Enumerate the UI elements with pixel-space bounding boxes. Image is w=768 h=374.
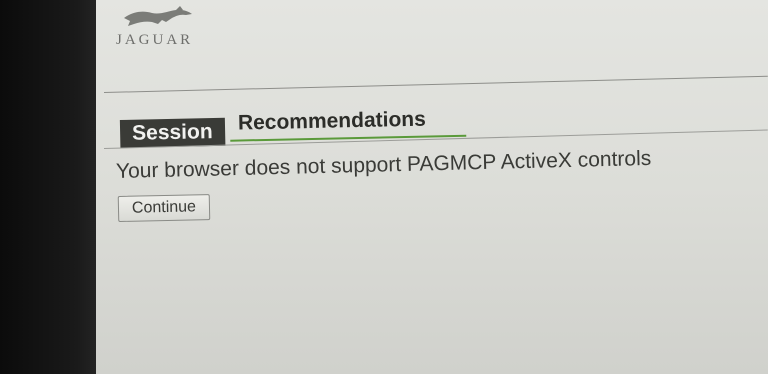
activex-warning-message: Your browser does not support PAGMCP Act… — [115, 146, 652, 183]
leaping-jaguar-icon — [124, 6, 192, 26]
monitor-bezel — [0, 0, 110, 374]
tab-session[interactable]: Session — [119, 117, 225, 148]
tab-bar: Session Recommendations — [119, 108, 467, 148]
brand-name: JAGUAR — [116, 32, 194, 48]
header-divider — [103, 75, 768, 93]
app-window: JAGUAR Session Recommendations Your brow… — [96, 0, 768, 374]
continue-button[interactable]: Continue — [117, 194, 211, 222]
jaguar-logo: JAGUAR — [116, 4, 206, 54]
